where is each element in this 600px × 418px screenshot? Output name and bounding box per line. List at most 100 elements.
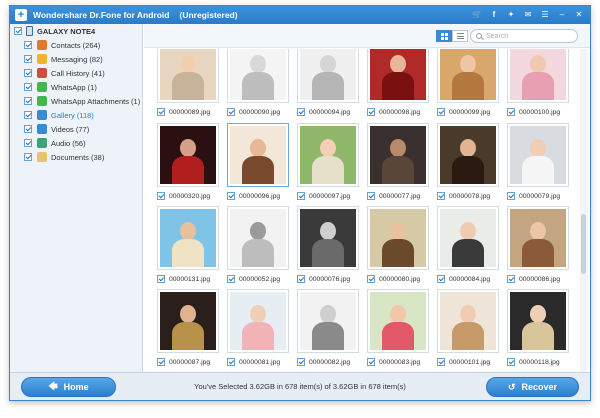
photo-tile[interactable]: 00000084.jpg: [437, 206, 499, 285]
photo-thumbnail[interactable]: [437, 49, 499, 103]
photo-checkbox[interactable]: [227, 108, 235, 116]
photo-tile[interactable]: 00000118.jpg: [507, 289, 569, 368]
photo-tile[interactable]: 00000096.jpg: [227, 123, 289, 202]
photo-thumbnail[interactable]: [367, 206, 429, 270]
photo-checkbox[interactable]: [297, 275, 305, 283]
photo-tile[interactable]: 00000077.jpg: [367, 123, 429, 202]
sidebar-item[interactable]: WhatsApp Attachments (1): [10, 94, 142, 108]
gallery-scrollbar[interactable]: [580, 49, 588, 372]
scrollbar-thumb[interactable]: [581, 214, 586, 274]
device-row[interactable]: GALAXY NOTE4: [10, 24, 142, 38]
photo-checkbox[interactable]: [437, 108, 445, 116]
list-view-button[interactable]: [452, 30, 468, 42]
photo-thumbnail[interactable]: [367, 289, 429, 353]
photo-tile[interactable]: 00000094.jpg: [297, 49, 359, 118]
photo-thumbnail[interactable]: [367, 123, 429, 187]
category-checkbox[interactable]: [24, 125, 32, 133]
photo-tile[interactable]: 00000087.jpg: [157, 289, 219, 368]
photo-thumbnail[interactable]: [227, 289, 289, 353]
sidebar-item[interactable]: Call History (41): [10, 66, 142, 80]
category-checkbox[interactable]: [24, 97, 32, 105]
photo-thumbnail[interactable]: [297, 49, 359, 103]
photo-thumbnail[interactable]: [437, 123, 499, 187]
photo-tile[interactable]: 00000090.jpg: [227, 49, 289, 118]
photo-thumbnail[interactable]: [297, 289, 359, 353]
sidebar-item[interactable]: Gallery (118): [10, 108, 142, 122]
photo-checkbox[interactable]: [297, 108, 305, 116]
category-checkbox[interactable]: [24, 55, 32, 63]
photo-thumbnail[interactable]: [157, 123, 219, 187]
photo-thumbnail[interactable]: [507, 49, 569, 103]
photo-thumbnail[interactable]: [507, 123, 569, 187]
category-checkbox[interactable]: [24, 69, 32, 77]
photo-tile[interactable]: 00000079.jpg: [507, 123, 569, 202]
category-checkbox[interactable]: [24, 111, 32, 119]
cart-icon[interactable]: 🛒: [472, 9, 482, 21]
photo-checkbox[interactable]: [507, 108, 515, 116]
photo-checkbox[interactable]: [297, 358, 305, 366]
facebook-icon[interactable]: f: [489, 9, 499, 21]
sidebar-item[interactable]: Contacts (264): [10, 38, 142, 52]
photo-checkbox[interactable]: [367, 275, 375, 283]
category-checkbox[interactable]: [24, 139, 32, 147]
device-checkbox[interactable]: [14, 27, 22, 35]
photo-checkbox[interactable]: [157, 275, 165, 283]
twitter-icon[interactable]: ✦: [506, 9, 516, 21]
photo-checkbox[interactable]: [367, 358, 375, 366]
photo-tile[interactable]: 00000131.jpg: [157, 206, 219, 285]
photo-checkbox[interactable]: [507, 192, 515, 200]
photo-tile[interactable]: 00000080.jpg: [367, 206, 429, 285]
photo-checkbox[interactable]: [297, 192, 305, 200]
photo-thumbnail[interactable]: [157, 289, 219, 353]
photo-thumbnail[interactable]: [227, 123, 289, 187]
photo-checkbox[interactable]: [507, 275, 515, 283]
photo-thumbnail[interactable]: [157, 49, 219, 103]
photo-thumbnail[interactable]: [367, 49, 429, 103]
photo-checkbox[interactable]: [367, 108, 375, 116]
photo-checkbox[interactable]: [157, 108, 165, 116]
photo-tile[interactable]: 00000081.jpg: [227, 289, 289, 368]
photo-tile[interactable]: 00000078.jpg: [437, 123, 499, 202]
photo-checkbox[interactable]: [437, 192, 445, 200]
photo-tile[interactable]: 00000100.jpg: [507, 49, 569, 118]
photo-tile[interactable]: 00000097.jpg: [297, 123, 359, 202]
photo-checkbox[interactable]: [157, 192, 165, 200]
sidebar-item[interactable]: WhatsApp (1): [10, 80, 142, 94]
photo-tile[interactable]: 00000086.jpg: [507, 206, 569, 285]
photo-tile[interactable]: 00000083.jpg: [367, 289, 429, 368]
menu-icon[interactable]: ☰: [540, 9, 550, 21]
photo-tile[interactable]: 00000320.jpg: [157, 123, 219, 202]
photo-checkbox[interactable]: [227, 192, 235, 200]
photo-tile[interactable]: 00000098.jpg: [367, 49, 429, 118]
category-checkbox[interactable]: [24, 83, 32, 91]
minimize-icon[interactable]: –: [557, 9, 567, 21]
sidebar-item[interactable]: Messaging (82): [10, 52, 142, 66]
photo-checkbox[interactable]: [227, 275, 235, 283]
photo-tile[interactable]: 00000076.jpg: [297, 206, 359, 285]
photo-thumbnail[interactable]: [437, 206, 499, 270]
photo-thumbnail[interactable]: [297, 206, 359, 270]
photo-thumbnail[interactable]: [227, 206, 289, 270]
photo-checkbox[interactable]: [367, 192, 375, 200]
close-icon[interactable]: ✕: [574, 9, 584, 21]
photo-checkbox[interactable]: [157, 358, 165, 366]
photo-tile[interactable]: 00000099.jpg: [437, 49, 499, 118]
grid-view-button[interactable]: [436, 30, 452, 42]
photo-thumbnail[interactable]: [507, 206, 569, 270]
sidebar-item[interactable]: Audio (56): [10, 136, 142, 150]
sidebar-item[interactable]: Videos (77): [10, 122, 142, 136]
category-checkbox[interactable]: [24, 153, 32, 161]
photo-checkbox[interactable]: [437, 275, 445, 283]
sidebar-item[interactable]: Documents (38): [10, 150, 142, 164]
photo-checkbox[interactable]: [437, 358, 445, 366]
photo-tile[interactable]: 00000101.jpg: [437, 289, 499, 368]
photo-thumbnail[interactable]: [437, 289, 499, 353]
photo-tile[interactable]: 00000089.jpg: [157, 49, 219, 118]
photo-thumbnail[interactable]: [297, 123, 359, 187]
search-input[interactable]: [486, 32, 566, 40]
photo-checkbox[interactable]: [507, 358, 515, 366]
photo-thumbnail[interactable]: [507, 289, 569, 353]
photo-tile[interactable]: 00000082.jpg: [297, 289, 359, 368]
feedback-icon[interactable]: ✉: [523, 9, 533, 21]
photo-thumbnail[interactable]: [157, 206, 219, 270]
